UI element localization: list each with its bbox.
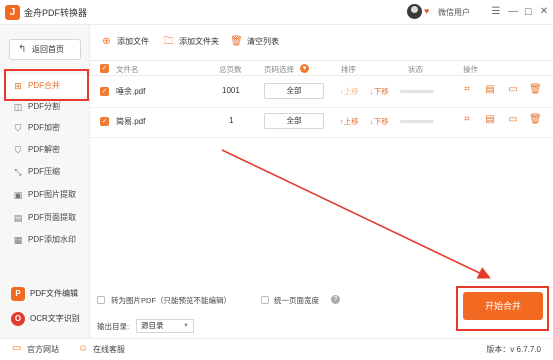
output-dir-select[interactable]: 源目录 ▼ bbox=[136, 319, 194, 333]
user-service-icon: ☺ bbox=[78, 343, 89, 354]
status-bar: ▭ 官方网站 ☺ 在线客服 版本：v 6.7.7.0 bbox=[0, 338, 553, 360]
official-website-link[interactable]: ▭ 官方网站 bbox=[12, 343, 59, 355]
online-service-link[interactable]: ☺ 在线客服 bbox=[78, 343, 125, 355]
unify-width-label: 统一页面宽度 bbox=[274, 296, 319, 305]
output-dir-label: 输出目录: bbox=[97, 322, 130, 331]
monitor-icon: ▭ bbox=[12, 343, 22, 354]
official-website-label: 官方网站 bbox=[27, 345, 59, 354]
version-text: 版本：v 6.7.7.0 bbox=[486, 345, 541, 354]
online-service-label: 在线客服 bbox=[93, 345, 125, 354]
output-dir-value: 源目录 bbox=[141, 321, 164, 330]
unify-width-checkbox[interactable] bbox=[261, 296, 269, 304]
to-image-pdf-checkbox[interactable] bbox=[97, 296, 105, 304]
chevron-down-icon: ▼ bbox=[183, 323, 189, 329]
start-merge-button[interactable]: 开始合并 bbox=[463, 292, 543, 320]
to-image-pdf-label: 转为图片PDF（只能预览不能编辑） bbox=[111, 296, 231, 305]
help-icon[interactable]: ? bbox=[331, 295, 340, 304]
